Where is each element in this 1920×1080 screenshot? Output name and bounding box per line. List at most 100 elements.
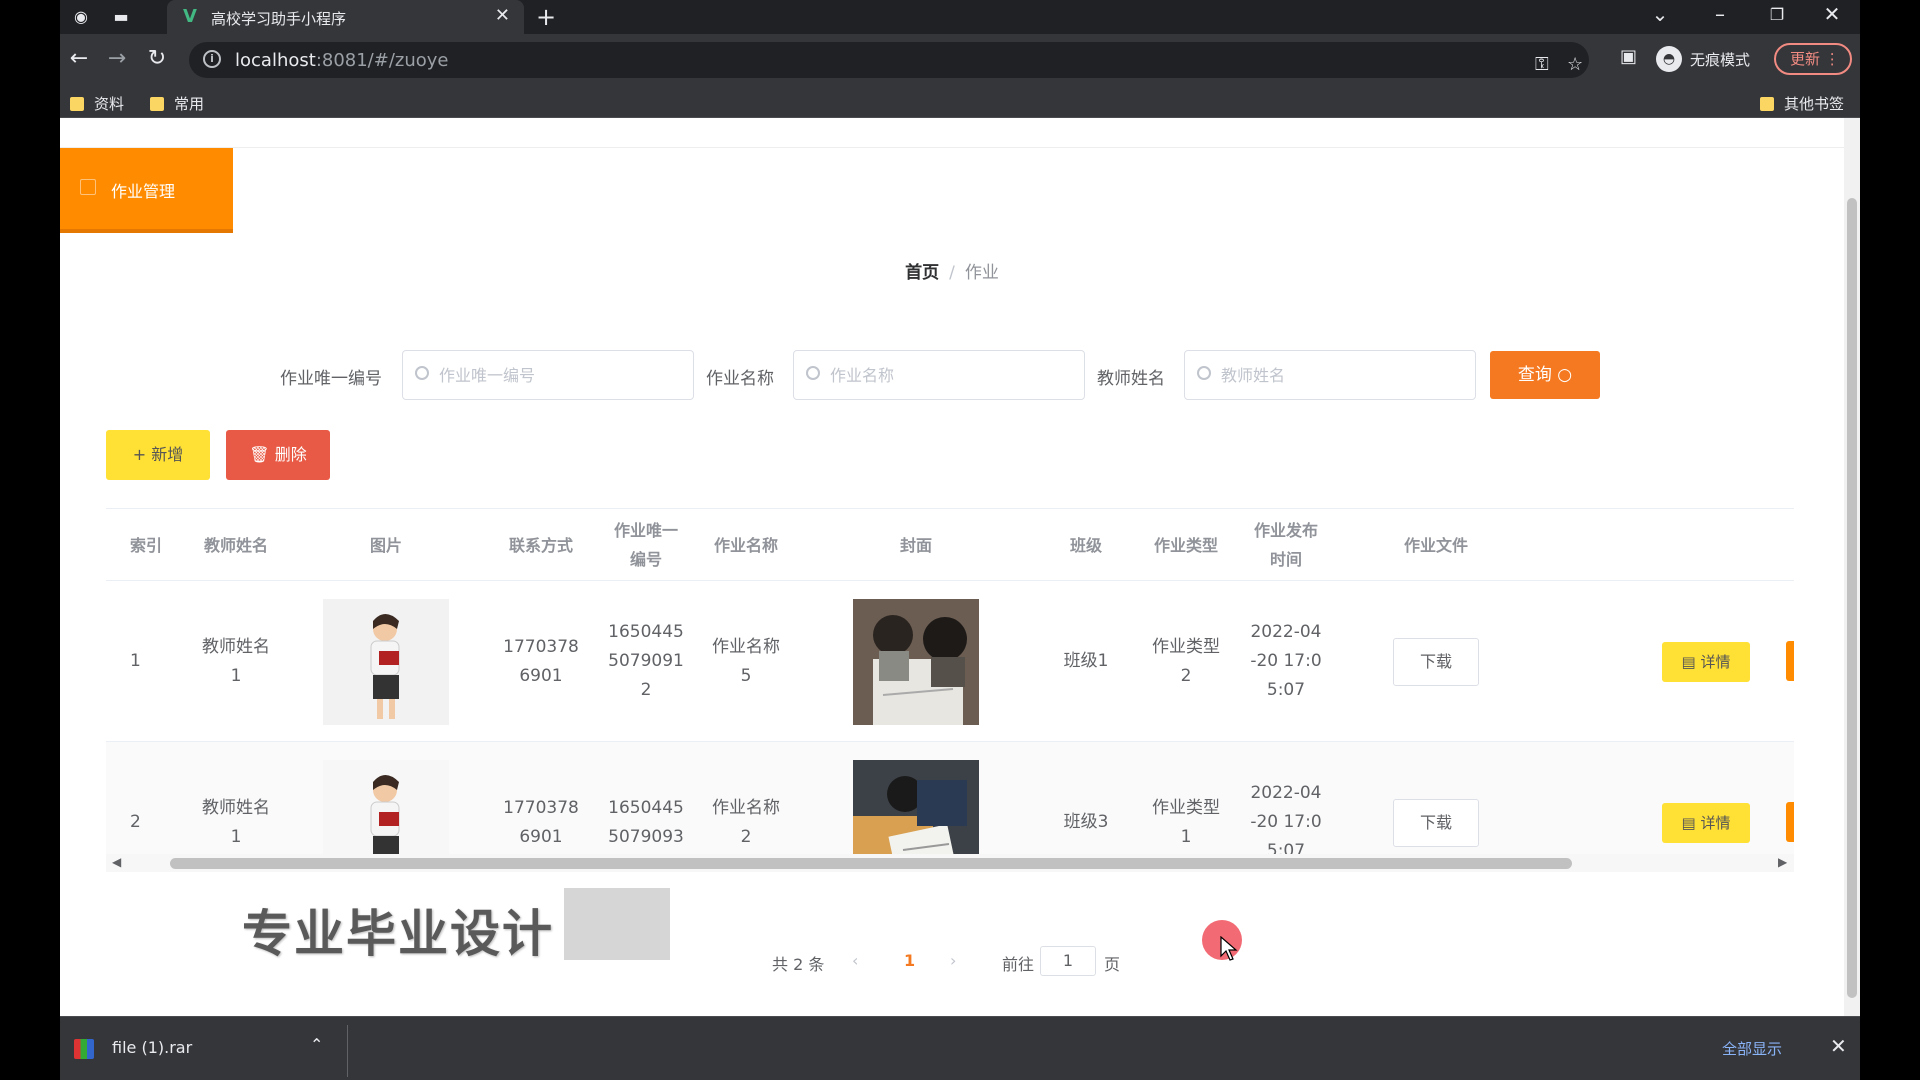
cover-image[interactable]	[853, 598, 979, 725]
add-button[interactable]: + 新增	[106, 430, 210, 480]
close-window-icon[interactable]: ✕	[1812, 2, 1852, 26]
horizontal-scrollbar[interactable]: ◀ ▶	[106, 854, 1794, 872]
bookmark-star-icon[interactable]: ☆	[1567, 54, 1583, 75]
minimize-icon[interactable]: –	[1700, 2, 1740, 26]
address-bar-row: ← → ↻ i localhost:8081/#/zuoye ⚿ ☆ ▣ ◓ 无…	[60, 34, 1860, 86]
tab-close-icon[interactable]: ✕	[495, 5, 510, 26]
other-bookmarks[interactable]: 其他书签	[1760, 93, 1844, 114]
incognito-indicator[interactable]: ◓ 无痕模式	[1656, 44, 1750, 74]
cell-time: 2022-04 -20 17:0 5:07	[1250, 783, 1322, 854]
download-file-name[interactable]: file (1).rar	[112, 1038, 192, 1057]
detail-button[interactable]: ▤ 详情	[1662, 802, 1750, 843]
col-header-type: 作业类型	[1153, 535, 1218, 555]
reload-icon[interactable]: ↻	[142, 46, 172, 71]
filter-name-input[interactable]	[830, 363, 1070, 387]
delete-button[interactable]: 🗑 删除	[226, 430, 330, 480]
table-row[interactable]: 2 教师姓名 1 1770378 6901 1650445 5079093 作业…	[106, 742, 1794, 854]
site-info-icon[interactable]: i	[203, 50, 221, 68]
table-row[interactable]: 1 教师姓名 1 1770378 6901 1650445 5079091 2 …	[106, 581, 1794, 742]
breadcrumb-current: 作业	[964, 263, 999, 283]
col-header-code: 作业唯一 编号	[613, 521, 678, 569]
cell-phone: 1770378 6901	[503, 636, 579, 686]
vertical-scroll-thumb[interactable]	[1847, 198, 1857, 998]
mouse-cursor-icon	[1220, 936, 1238, 961]
update-button[interactable]: 更新 ⋮	[1774, 43, 1852, 75]
homework-table: 索引 教师姓名 图片 联系方式 作业唯一 编号 作业名称 封面 班级 作业类型 …	[106, 508, 1794, 854]
chevron-up-icon[interactable]: ⌃	[310, 1035, 323, 1054]
edit-button-partial[interactable]	[1786, 641, 1794, 681]
teacher-photo-image[interactable]	[323, 759, 449, 855]
download-button[interactable]: 下载	[1393, 798, 1479, 847]
download-button[interactable]: 下载	[1393, 637, 1479, 686]
vertical-scrollbar[interactable]	[1844, 118, 1860, 1016]
watermark-text: 专业毕业设计	[242, 905, 554, 963]
download-bar: file (1).rar ⌃ 全部显示 ✕	[60, 1016, 1860, 1080]
bookmark-folder-0[interactable]: 资料	[70, 93, 124, 114]
incognito-icon: ◓	[1656, 46, 1682, 72]
tab-active[interactable]: V 高校学习助手小程序 ✕	[167, 0, 524, 34]
scroll-left-icon[interactable]: ◀	[112, 855, 121, 869]
cell-class: 班级3	[1063, 812, 1109, 832]
teacher-photo-image[interactable]	[323, 598, 449, 725]
folder-icon	[150, 96, 164, 111]
breadcrumb-home[interactable]: 首页	[905, 263, 939, 283]
filter-name-field[interactable]	[793, 350, 1085, 400]
show-all-downloads-link[interactable]: 全部显示	[1722, 1038, 1782, 1059]
filter-teacher-field[interactable]	[1184, 350, 1476, 400]
omnibox[interactable]: i localhost:8081/#/zuoye ⚿ ☆	[189, 42, 1589, 78]
cell-cover	[796, 742, 1036, 854]
page-number-current[interactable]: 1	[904, 951, 915, 970]
col-header-image: 图片	[369, 535, 402, 555]
col-header-index: 索引	[129, 535, 162, 555]
horizontal-scroll-thumb[interactable]	[170, 858, 1572, 869]
forward-icon[interactable]: →	[102, 46, 132, 71]
cell-code: 1650445 5079091 2	[608, 622, 684, 700]
password-key-icon[interactable]: ⚿	[1535, 54, 1549, 75]
top-strip	[60, 118, 1860, 148]
menu-item-homework[interactable]: 作业管理	[60, 148, 233, 233]
cell-index: 1	[130, 651, 141, 671]
breadcrumb: 首页 / 作业	[60, 258, 1844, 283]
side-panel-icon[interactable]: ▣	[1620, 46, 1637, 67]
restore-icon[interactable]: ❐	[1757, 5, 1797, 24]
cell-index: 2	[130, 812, 141, 832]
cell-file: 下载	[1336, 581, 1536, 742]
cell-code: 1650445 5079093	[608, 797, 684, 847]
prev-page-icon[interactable]: ‹	[852, 951, 858, 970]
back-icon[interactable]: ←	[64, 46, 94, 71]
divider	[347, 1025, 348, 1077]
tab-search-icon[interactable]: ▬	[110, 6, 132, 28]
plus-icon: +	[132, 445, 147, 464]
scroll-right-icon[interactable]: ▶	[1778, 855, 1787, 869]
detail-button[interactable]: ▤ 详情	[1662, 641, 1750, 682]
cell-actions: ▤ 详情	[1646, 742, 1766, 854]
filter-code-label: 作业唯一编号	[280, 369, 382, 389]
bookmark-folder-1[interactable]: 常用	[150, 93, 204, 114]
goto-suffix: 页	[1104, 955, 1121, 974]
tab-list-chevron-icon[interactable]: ⌄	[1640, 2, 1680, 26]
cell-file: 下载	[1336, 742, 1536, 854]
menu-item-icon	[80, 179, 96, 195]
rar-archive-icon	[74, 1039, 94, 1059]
goto-prefix: 前往	[1002, 955, 1035, 974]
new-tab-icon[interactable]: +	[536, 3, 556, 31]
cover-image[interactable]	[853, 759, 979, 855]
cell-teacher: 教师姓名 1	[202, 797, 270, 847]
goto-page-input[interactable]: 1	[1040, 946, 1096, 976]
filter-teacher-input[interactable]	[1221, 363, 1461, 387]
filter-code-input[interactable]	[439, 363, 679, 387]
filter-name-label: 作业名称	[706, 369, 774, 389]
next-page-icon[interactable]: ›	[950, 951, 956, 970]
filter-code-field[interactable]	[402, 350, 694, 400]
url-text[interactable]: localhost:8081/#/zuoye	[235, 50, 449, 71]
close-download-bar-icon[interactable]: ✕	[1830, 1034, 1847, 1058]
query-button[interactable]: 查询 ○	[1490, 351, 1600, 399]
edit-button-partial[interactable]	[1786, 802, 1794, 842]
browser-profile-icon[interactable]: ◉	[70, 6, 92, 28]
document-icon: ▤	[1681, 652, 1696, 671]
cell-phone: 1770378 6901	[503, 797, 579, 847]
col-header-class: 班级	[1069, 535, 1102, 555]
cell-cover	[796, 581, 1036, 742]
search-icon	[1197, 366, 1211, 380]
cell-image	[286, 581, 486, 742]
